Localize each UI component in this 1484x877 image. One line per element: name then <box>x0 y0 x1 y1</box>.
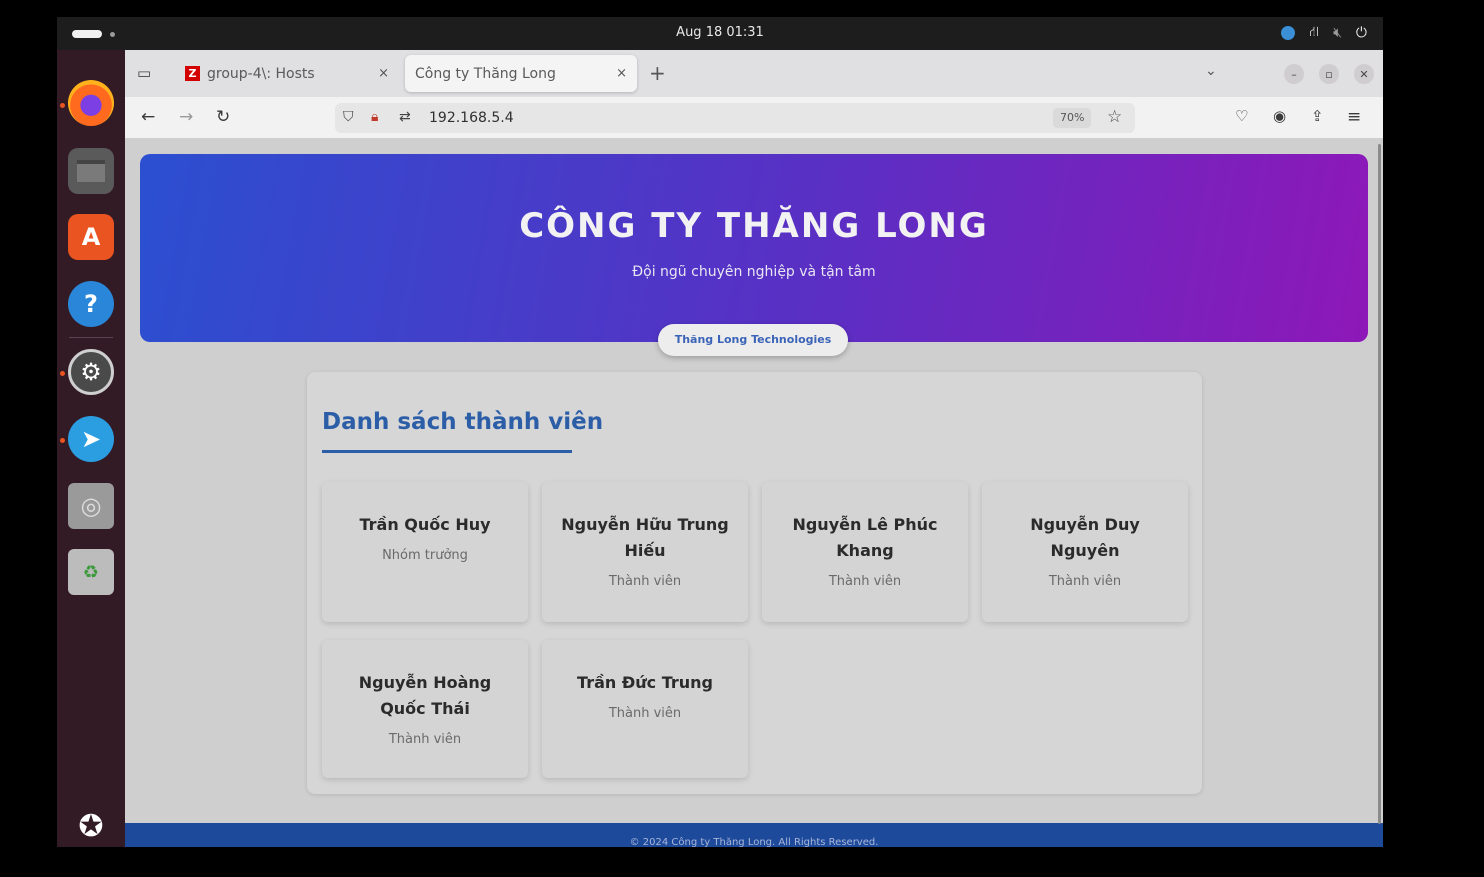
app-center-icon[interactable]: A <box>68 214 114 260</box>
running-indicator <box>60 371 65 376</box>
running-indicator <box>60 103 65 108</box>
close-window-icon[interactable]: ✕ <box>1354 64 1374 84</box>
system-tray[interactable]: ⛙ 🔇︎ ⏻ <box>1281 24 1367 42</box>
company-badge: Thăng Long Technologies <box>658 324 848 356</box>
insecure-lock-icon[interactable]: 🔒︎ <box>371 109 378 125</box>
extensions-icon[interactable]: ⇪ <box>1311 107 1324 125</box>
dock-separator <box>69 337 113 338</box>
new-tab-button[interactable]: + <box>649 61 666 85</box>
back-arrow-icon[interactable]: ← <box>141 107 155 127</box>
account-icon[interactable]: ◉ <box>1273 107 1286 125</box>
member-name: Trần Quốc Huy <box>359 515 491 534</box>
navigation-toolbar: ← → ↻ ⛉ 🔒︎ ⇄ 192.168.5.4 70% ☆ ♡ ◉ ⇪ ≡ <box>125 97 1383 139</box>
tab-overview-icon[interactable]: ▭ <box>137 64 151 82</box>
hero-banner: CÔNG TY THĂNG LONG Đội ngũ chuyên nghiệp… <box>140 154 1368 342</box>
firefox-window: ▭ Z group-4\: Hosts × Công ty Thăng Long… <box>125 50 1383 847</box>
footer-text: © 2024 Công ty Thăng Long. All Rights Re… <box>629 837 879 847</box>
power-icon[interactable]: ⏻ <box>1356 25 1367 41</box>
maximize-icon[interactable]: ▫ <box>1319 64 1339 84</box>
dock: A ? ⚙ ➤ ◎ ♻ ✪ <box>57 50 125 847</box>
member-card: Nguyễn Duy Nguyên Thành viên <box>982 482 1188 622</box>
tab-title: Công ty Thăng Long <box>415 65 556 82</box>
disc-icon[interactable]: ◎ <box>68 483 114 529</box>
tab-title: group-4\: Hosts <box>207 65 315 82</box>
member-card: Nguyễn Hoàng Quốc Thái Thành viên <box>322 640 528 778</box>
member-name: Nguyễn Hoàng Quốc Thái <box>358 673 492 718</box>
member-role: Thành viên <box>828 574 902 589</box>
member-name: Nguyễn Lê Phúc Khang <box>792 515 938 560</box>
reload-icon[interactable]: ↻ <box>216 107 230 127</box>
member-card: Trần Quốc Huy Nhóm trưởng <box>322 482 528 622</box>
trash-icon[interactable]: ♻ <box>68 549 114 595</box>
members-panel: Danh sách thành viên Trần Quốc Huy Nhóm … <box>307 372 1202 794</box>
member-role: Nhóm trưởng <box>382 548 468 563</box>
zabbix-favicon-icon: Z <box>185 66 200 81</box>
system-clock[interactable]: Aug 18 01:31 <box>57 25 1383 40</box>
tab-bar: ▭ Z group-4\: Hosts × Công ty Thăng Long… <box>125 50 1383 97</box>
member-card: Nguyễn Hữu Trung Hiếu Thành viên <box>542 482 748 622</box>
member-name: Nguyễn Duy Nguyên <box>1030 515 1140 560</box>
minimize-icon[interactable]: – <box>1284 64 1304 84</box>
page-footer: © 2024 Công ty Thăng Long. All Rights Re… <box>125 823 1383 847</box>
volume-icon[interactable]: 🔇︎ <box>1333 25 1342 41</box>
help-icon[interactable]: ? <box>68 281 114 327</box>
running-indicator <box>60 438 65 443</box>
permissions-icon[interactable]: ⇄ <box>399 109 411 125</box>
system-top-bar: Aug 18 01:31 ⛙ 🔇︎ ⏻ <box>57 17 1383 50</box>
close-tab-icon[interactable]: × <box>616 66 627 81</box>
page-viewport: CÔNG TY THĂNG LONG Đội ngũ chuyên nghiệp… <box>125 139 1383 847</box>
list-all-tabs-icon[interactable]: ⌄ <box>1205 63 1217 79</box>
firefox-icon[interactable] <box>68 80 114 126</box>
section-title: Danh sách thành viên <box>322 409 604 435</box>
telegram-tray-icon[interactable] <box>1281 26 1296 40</box>
close-tab-icon[interactable]: × <box>378 66 389 81</box>
url-text[interactable]: 192.168.5.4 <box>429 110 514 126</box>
forward-arrow-icon[interactable]: → <box>179 107 193 127</box>
hero-title: CÔNG TY THĂNG LONG <box>519 206 989 246</box>
desktop-screen: Aug 18 01:31 ⛙ 🔇︎ ⏻ A ? ⚙ ➤ ◎ ♻ ✪ ▭ Z gr… <box>57 17 1383 847</box>
address-bar[interactable]: ⛉ 🔒︎ ⇄ 192.168.5.4 70% ☆ <box>335 103 1135 133</box>
shield-icon[interactable]: ⛉ <box>343 109 354 125</box>
member-role: Thành viên <box>608 706 682 721</box>
member-role: Thành viên <box>1048 574 1122 589</box>
files-icon[interactable] <box>68 148 114 194</box>
show-apps-icon[interactable]: ✪ <box>68 803 114 847</box>
member-name: Trần Đức Trung <box>577 673 713 692</box>
tab-zabbix-hosts[interactable]: Z group-4\: Hosts × <box>175 55 399 92</box>
member-card: Nguyễn Lê Phúc Khang Thành viên <box>762 482 968 622</box>
pocket-icon[interactable]: ♡ <box>1235 107 1248 125</box>
member-role: Thành viên <box>608 574 682 589</box>
settings-icon[interactable]: ⚙ <box>68 349 114 395</box>
bookmark-star-icon[interactable]: ☆ <box>1107 107 1122 127</box>
network-icon[interactable]: ⛙ <box>1309 24 1319 42</box>
member-name: Nguyễn Hữu Trung Hiếu <box>561 515 729 560</box>
menu-icon[interactable]: ≡ <box>1347 107 1361 127</box>
tab-cong-ty-thang-long[interactable]: Công ty Thăng Long × <box>405 55 637 92</box>
telegram-icon[interactable]: ➤ <box>68 416 114 462</box>
zoom-level[interactable]: 70% <box>1053 108 1092 128</box>
member-card: Trần Đức Trung Thành viên <box>542 640 748 778</box>
title-underline <box>322 450 572 453</box>
hero-subtitle: Đội ngũ chuyên nghiệp và tận tâm <box>632 264 876 280</box>
member-role: Thành viên <box>388 732 462 747</box>
page-scrollbar[interactable] <box>1378 144 1381 824</box>
